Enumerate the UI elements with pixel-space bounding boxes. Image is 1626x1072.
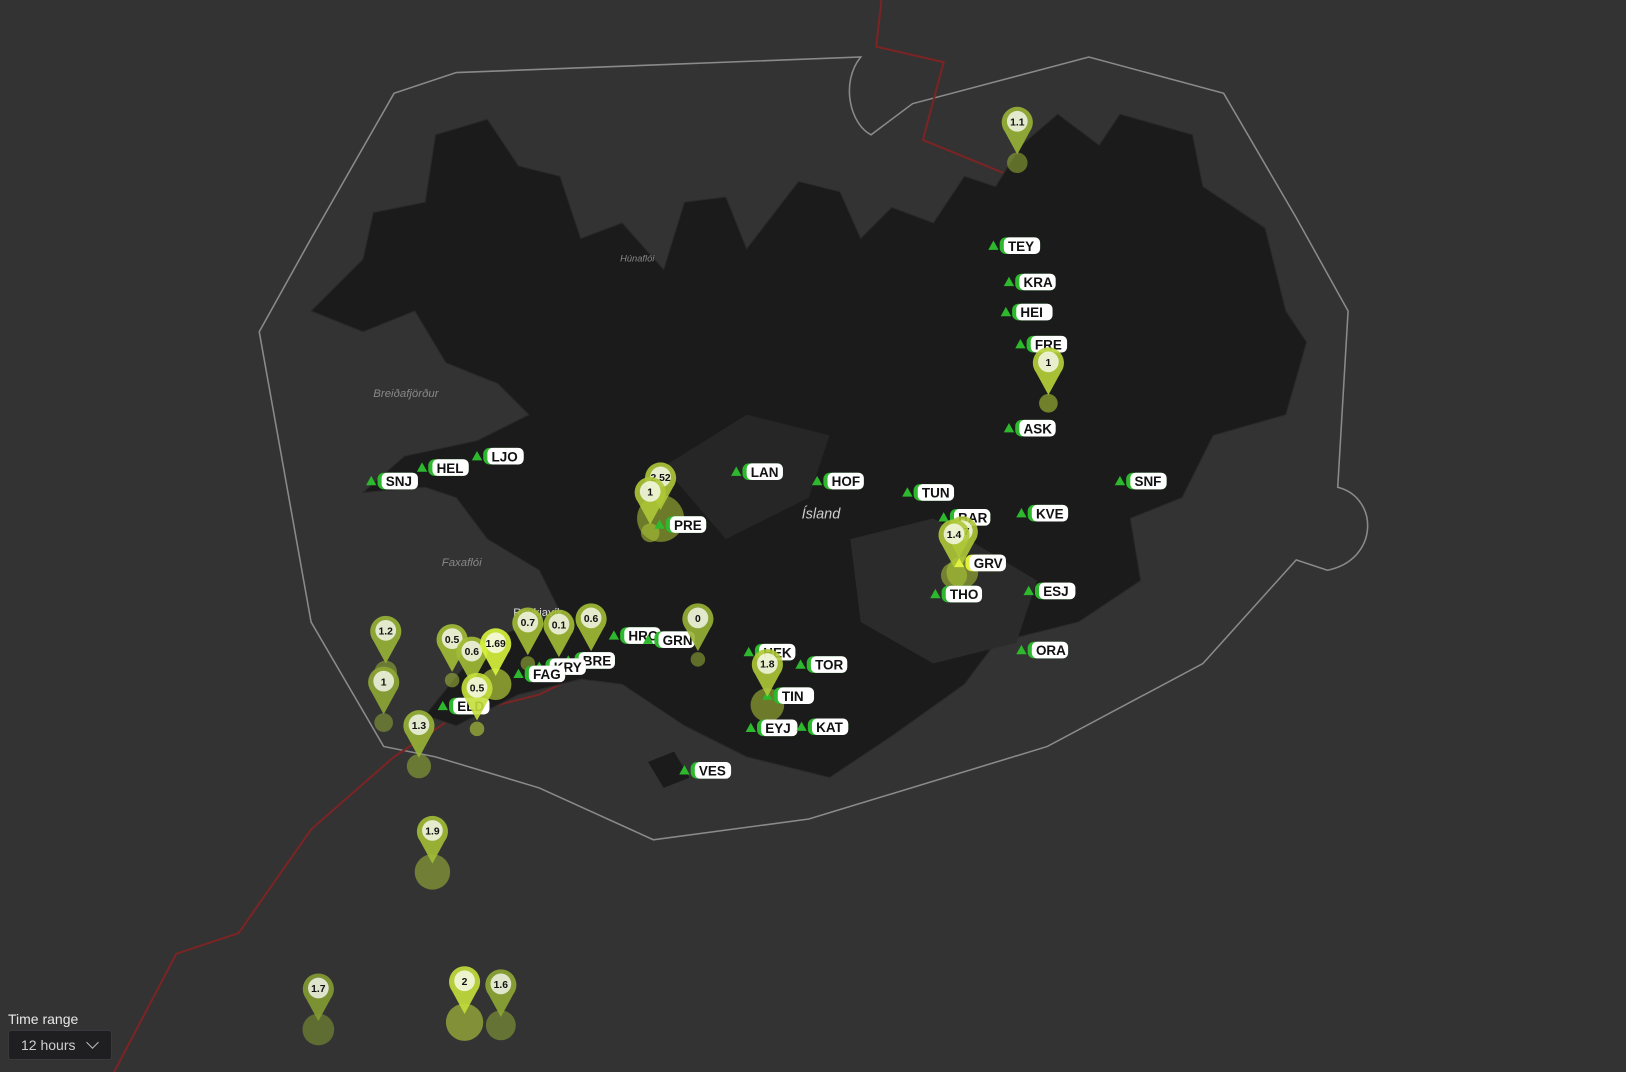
station-code: ESJ	[1043, 584, 1068, 599]
earthquake-circle[interactable]	[444, 672, 460, 688]
station-code: TEY	[1008, 239, 1034, 254]
station-code: BRE	[583, 654, 611, 669]
time-range-select[interactable]: 12 hours	[8, 1030, 112, 1060]
station-code: KRA	[1024, 275, 1053, 290]
label-hunafloi: Húnaflói	[620, 253, 655, 263]
label-island: Ísland	[802, 505, 842, 522]
earthquake-circle[interactable]	[374, 713, 394, 732]
earthquake-magnitude: 0.7	[521, 618, 536, 629]
station-triangle-icon	[366, 475, 377, 486]
earthquake-marker[interactable]: 1.9	[416, 815, 448, 864]
station-ora[interactable]: ORA	[1016, 641, 1069, 659]
earthquake-magnitude: 1	[381, 677, 387, 688]
time-range-value: 12 hours	[21, 1037, 76, 1053]
station-code: LJO	[492, 449, 518, 464]
station-triangle-icon	[1016, 644, 1027, 655]
station-code: KVE	[1036, 506, 1064, 521]
station-code: TIN	[782, 689, 804, 704]
earthquake-magnitude: 0.6	[584, 614, 599, 625]
earthquake-magnitude: 1	[1046, 358, 1052, 369]
earthquake-magnitude: 1.3	[412, 721, 427, 732]
earthquake-magnitude: 1.6	[494, 980, 509, 991]
station-code: KAT	[816, 720, 843, 735]
station-code: TOR	[815, 658, 843, 673]
earthquake-magnitude: 1.9	[425, 827, 440, 838]
station-code: HRO	[628, 629, 658, 644]
earthquake-magnitude: 1.1	[1010, 117, 1025, 128]
station-code: LAN	[751, 465, 779, 480]
earthquake-magnitude: 0.1	[552, 620, 567, 631]
earthquake-magnitude: 1.8	[760, 660, 775, 671]
earthquake-circle[interactable]	[1007, 152, 1028, 174]
map[interactable]: Húnaflói Breiðafjörður Faxaflói Ísland R…	[0, 0, 1626, 1072]
station-code: EYJ	[765, 721, 790, 736]
earthquake-magnitude: 2	[462, 977, 468, 988]
station-code: ASK	[1024, 421, 1053, 436]
earthquake-circle[interactable]	[690, 652, 706, 667]
earthquake-magnitude: 1.69	[486, 639, 506, 650]
earthquake-magnitude: 0.5	[445, 635, 460, 646]
earthquake-magnitude: 1.2	[379, 626, 394, 637]
station-code: ORA	[1036, 643, 1066, 658]
earthquake-magnitude: 0	[695, 614, 701, 625]
earthquake-marker[interactable]: 1.7	[302, 973, 334, 1022]
station-code: TUN	[922, 486, 950, 501]
earthquake-marker[interactable]: 1	[368, 666, 400, 715]
station-code: SNJ	[386, 474, 412, 489]
station-code: HEL	[437, 461, 464, 476]
chevron-down-icon	[86, 1036, 99, 1049]
earthquake-marker[interactable]: 1.6	[485, 969, 517, 1018]
earthquake-magnitude: 1.4	[947, 530, 962, 541]
earthquake-circle[interactable]	[1039, 393, 1058, 413]
earthquake-magnitude: 0.5	[470, 684, 485, 695]
station-code: GRN	[663, 633, 693, 648]
earthquake-marker[interactable]: 1.2	[370, 615, 402, 664]
station-code: HOF	[832, 474, 860, 489]
station-code: GRV	[974, 556, 1003, 571]
station-code: SNF	[1134, 474, 1161, 489]
time-range-label: Time range	[8, 1011, 79, 1027]
station-code: VES	[699, 763, 726, 778]
station-code: THO	[950, 587, 978, 602]
station-code: FAG	[533, 667, 561, 682]
earthquake-circle[interactable]	[469, 721, 485, 737]
earthquake-marker[interactable]: 2	[449, 966, 481, 1014]
earthquake-magnitude: 1.7	[311, 984, 326, 995]
label-faxafloi: Faxaflói	[442, 557, 482, 569]
earthquake-magnitude: 0.6	[465, 647, 480, 658]
station-code: HEI	[1020, 305, 1042, 320]
station-code: PRE	[674, 518, 702, 533]
label-breidafjordur: Breiðafjörður	[373, 388, 439, 400]
earthquake-magnitude: 1	[647, 488, 653, 499]
